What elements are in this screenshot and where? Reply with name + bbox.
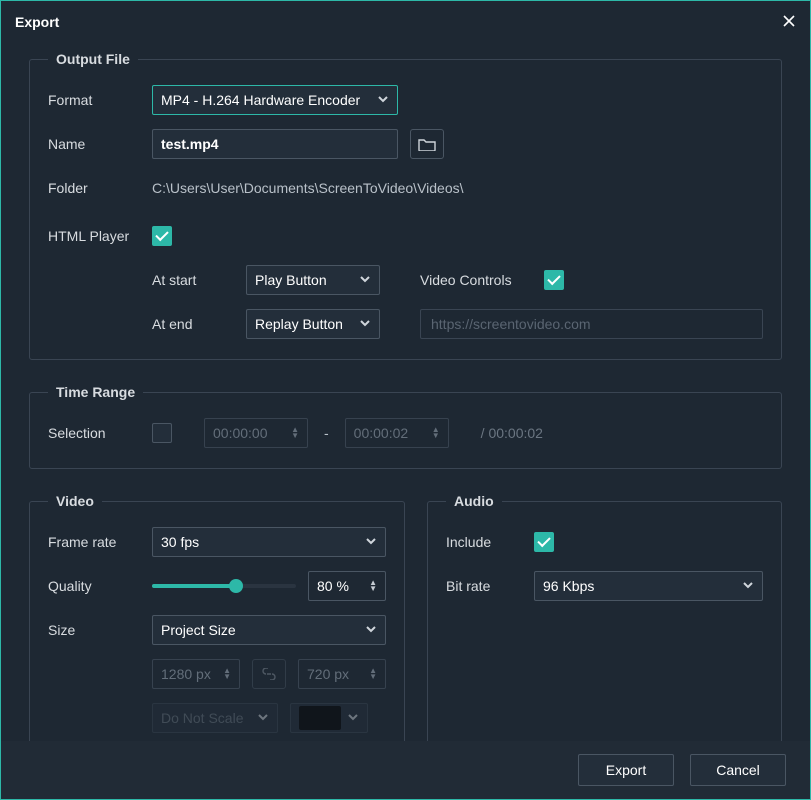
folder-label: Folder [48,180,140,196]
link-dimensions-button[interactable] [252,659,286,689]
close-icon[interactable] [782,12,796,33]
format-select[interactable]: MP4 - H.264 Hardware Encoder [152,85,398,115]
at-start-select[interactable]: Play Button [246,265,380,295]
include-audio-checkbox[interactable] [534,532,554,552]
titlebar: Export [1,1,810,43]
color-swatch [299,706,341,730]
chevron-down-icon [257,710,269,726]
html-player-label: HTML Player [48,228,140,244]
chevron-down-icon [359,272,371,288]
time-from-input[interactable]: 00:00:00 ▲▼ [204,418,308,448]
video-group: Video Frame rate 30 fps Quality [29,493,405,741]
video-controls-label: Video Controls [420,272,512,288]
cancel-button[interactable]: Cancel [690,754,786,786]
stepper-arrows-icon: ▲▼ [223,668,231,680]
window-title: Export [15,14,59,30]
stepper-arrows-icon: ▲▼ [432,427,440,439]
stepper-arrows-icon: ▲▼ [291,427,299,439]
width-input[interactable]: 1280 px ▲▼ [152,659,240,689]
time-range-group: Time Range Selection 00:00:00 ▲▼ - 00:00… [29,384,782,469]
stepper-arrows-icon: ▲▼ [369,580,377,592]
output-file-group: Output File Format MP4 - H.264 Hardware … [29,51,782,360]
selection-label: Selection [48,425,140,441]
time-range-legend: Time Range [48,384,143,400]
dialog-footer: Export Cancel [1,741,810,799]
audio-legend: Audio [446,493,502,509]
framerate-select[interactable]: 30 fps [152,527,386,557]
folder-path: C:\Users\User\Documents\ScreenToVideo\Vi… [152,180,464,196]
bitrate-select[interactable]: 96 Kbps [534,571,763,601]
quality-slider[interactable] [152,584,296,588]
at-end-label: At end [152,316,234,332]
quality-label: Quality [48,578,140,594]
chevron-down-icon [359,316,371,332]
html-player-checkbox[interactable] [152,226,172,246]
framerate-label: Frame rate [48,534,140,550]
at-start-label: At start [152,272,234,288]
size-select[interactable]: Project Size [152,615,386,645]
at-end-select[interactable]: Replay Button [246,309,380,339]
chevron-down-icon [347,710,359,726]
time-sep: - [320,425,333,441]
browse-folder-button[interactable] [410,129,444,159]
name-label: Name [48,136,140,152]
audio-group: Audio Include Bit rate 96 Kbps [427,493,782,741]
height-input[interactable]: 720 px ▲▼ [298,659,386,689]
chevron-down-icon [377,92,389,108]
bgcolor-select[interactable] [290,703,368,733]
size-label: Size [48,622,140,638]
export-button[interactable]: Export [578,754,674,786]
time-to-input[interactable]: 00:00:02 ▲▼ [345,418,449,448]
name-input[interactable] [152,129,398,159]
video-legend: Video [48,493,102,509]
quality-input[interactable]: 80 % ▲▼ [308,571,386,601]
selection-checkbox[interactable] [152,423,172,443]
time-duration: / 00:00:02 [481,425,543,441]
url-input[interactable]: https://screentovideo.com [420,309,763,339]
include-label: Include [446,534,522,550]
format-label: Format [48,92,140,108]
chevron-down-icon [365,622,377,638]
output-file-legend: Output File [48,51,138,67]
scale-select[interactable]: Do Not Scale [152,703,278,733]
video-controls-checkbox[interactable] [544,270,564,290]
bitrate-label: Bit rate [446,578,522,594]
stepper-arrows-icon: ▲▼ [369,668,377,680]
chevron-down-icon [365,534,377,550]
chevron-down-icon [742,578,754,594]
